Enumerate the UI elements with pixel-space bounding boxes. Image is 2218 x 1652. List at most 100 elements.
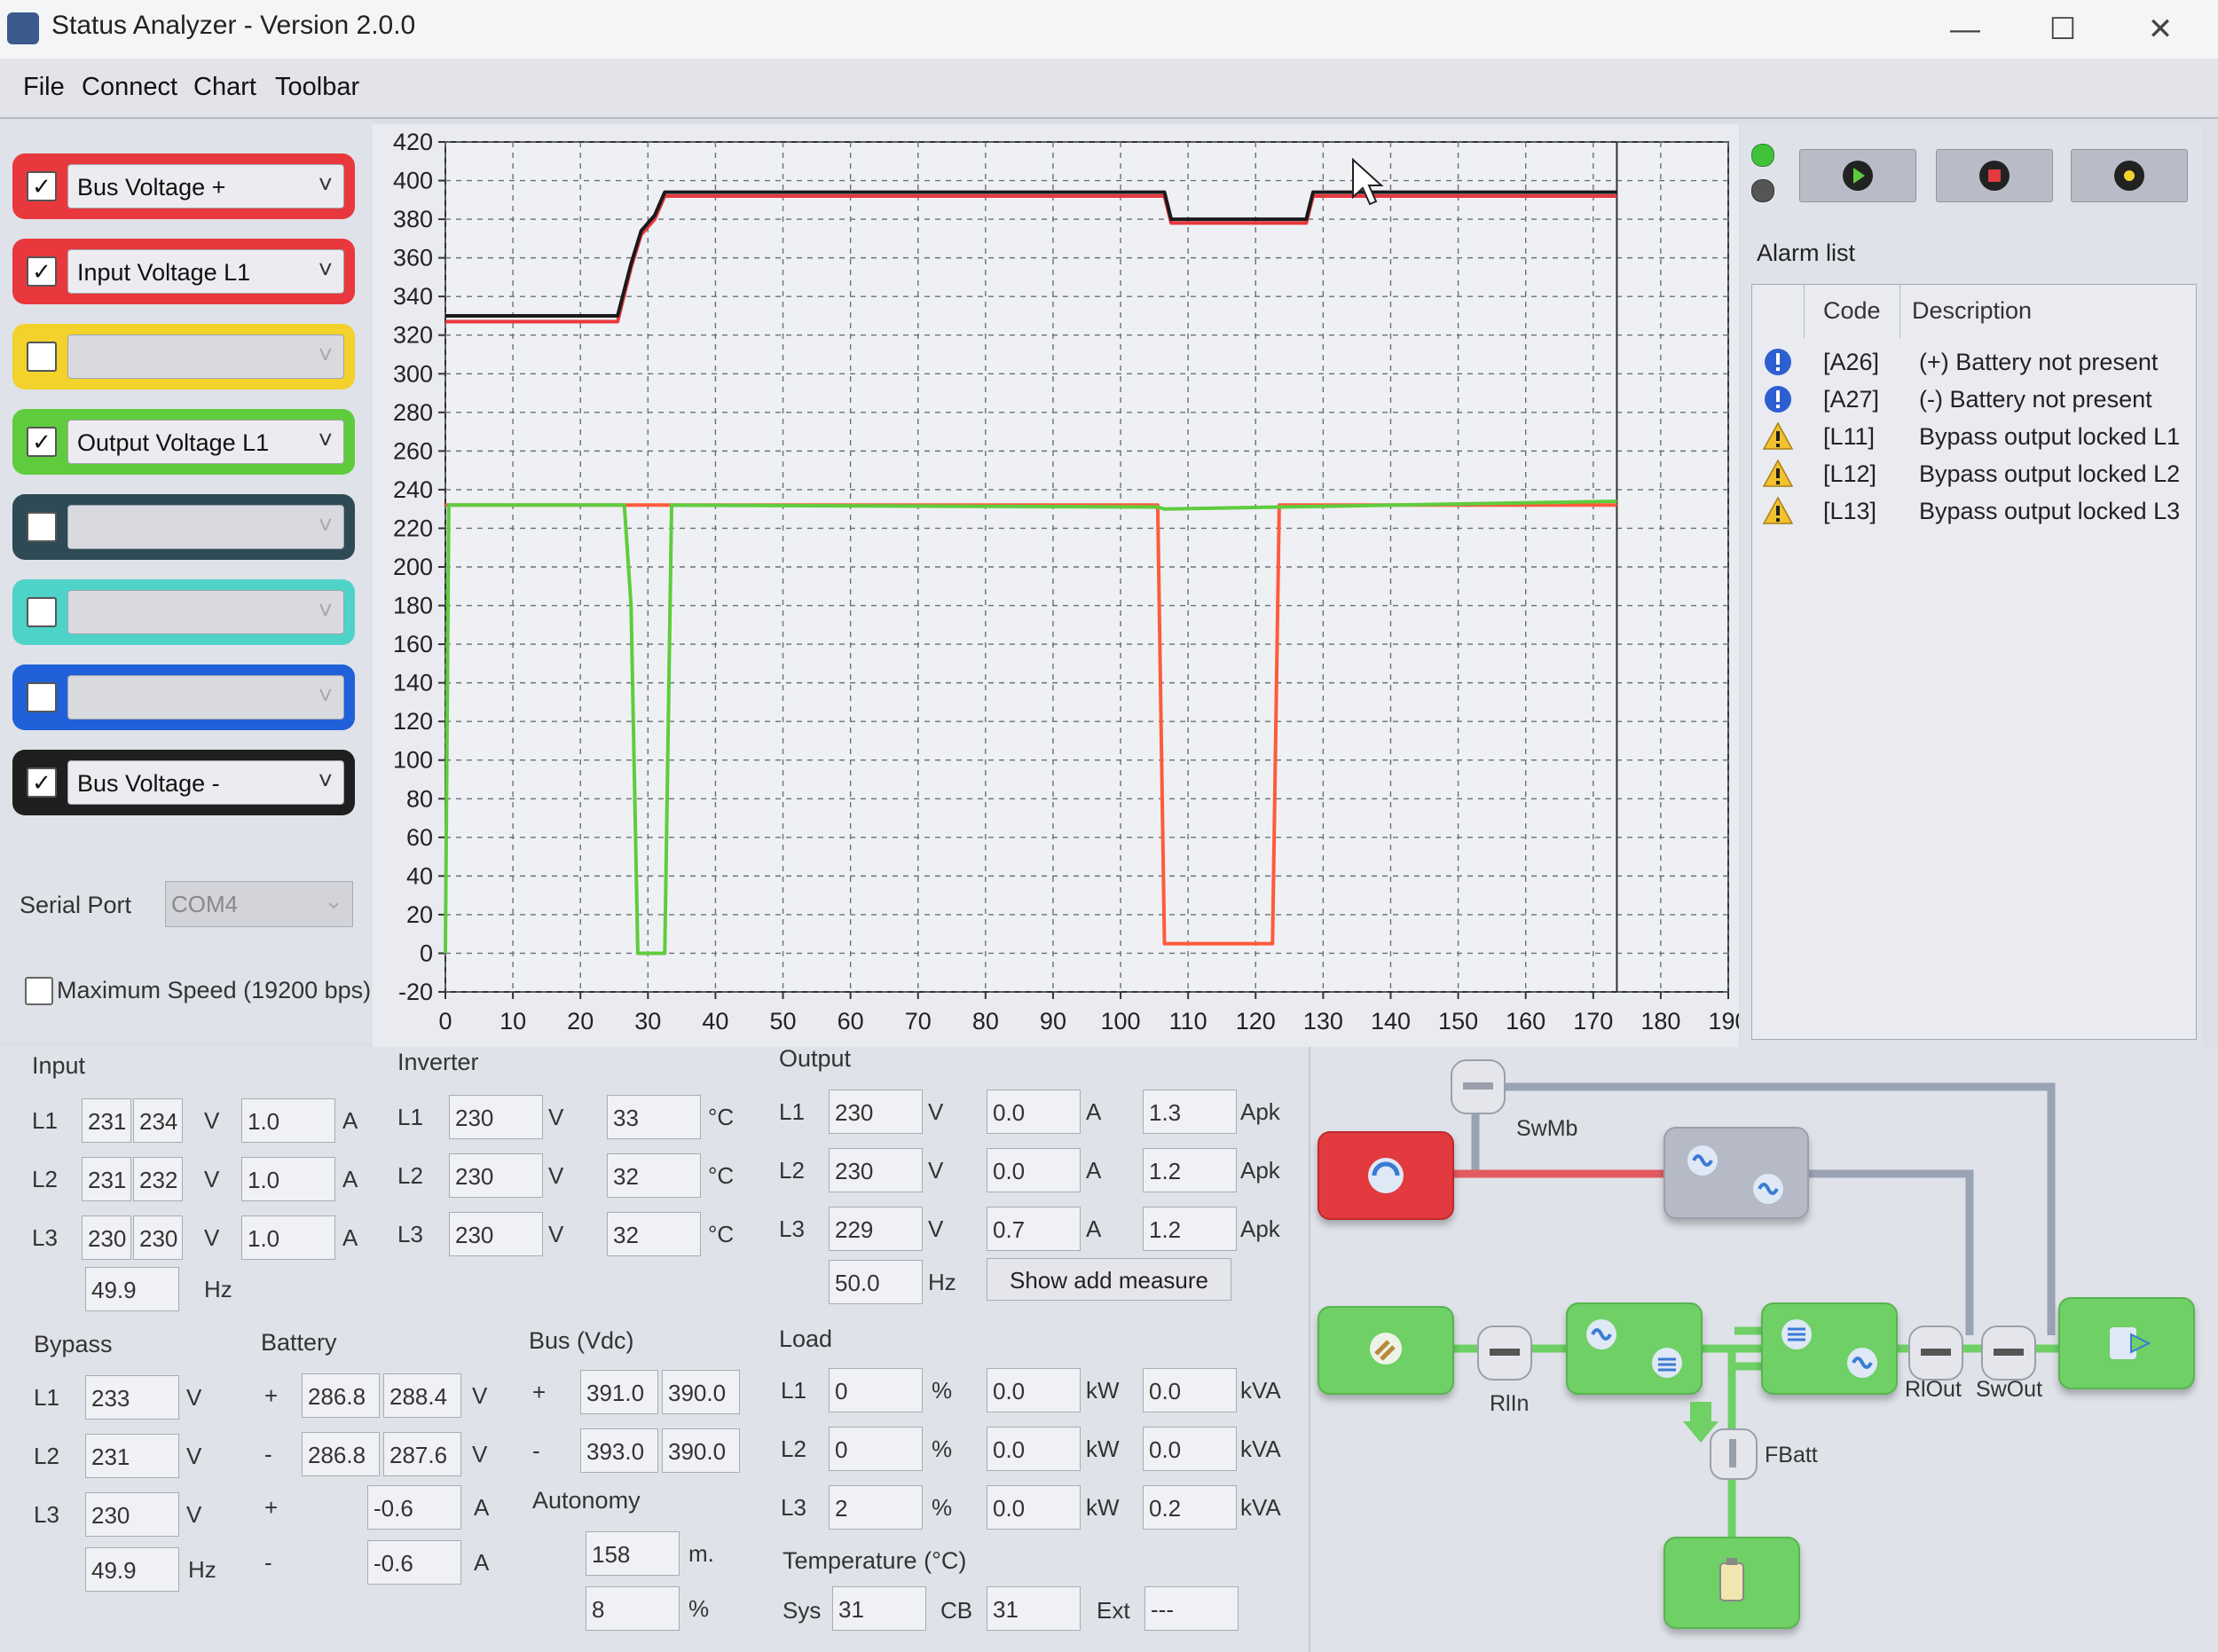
voltage-chart[interactable]: 0 10 20 30 40 50 60 70 80 90 100 110 120 130 140 150 160… [373,124,1749,1047]
series-checkbox[interactable]: ✓ [27,767,57,798]
max-speed-checkbox[interactable] [25,977,53,1005]
inverter-voltage-field[interactable]: 230 [449,1153,543,1198]
rlout-switch[interactable] [1908,1326,1963,1381]
load-kw-field[interactable]: 0.0 [987,1427,1081,1471]
series-dropdown[interactable]: Output Voltage L1 ˅ [67,420,344,464]
load-kw-field[interactable]: 0.0 [987,1485,1081,1530]
inverter-temp-field[interactable]: 32 [607,1212,701,1256]
menu-file[interactable]: File [23,73,65,102]
inverter-block[interactable] [1761,1302,1898,1395]
input-frequency-field[interactable]: 49.9 [85,1267,179,1311]
alarm-row[interactable]: [L12] Bypass output locked L2 [1752,455,2196,492]
serial-port-select[interactable]: COM4 ⌄ [165,881,353,927]
output-voltage-field[interactable]: 229 [829,1207,923,1251]
stop-button[interactable] [1936,149,2053,202]
input-voltage-field[interactable]: 232 [133,1157,183,1201]
series-dropdown[interactable]: ˅ [67,505,344,549]
output-voltage-field[interactable]: 230 [829,1090,923,1134]
series-checkbox[interactable]: ✓ [27,171,57,201]
input-voltage-field[interactable]: 231 [82,1098,131,1143]
series-dropdown[interactable]: Bus Voltage + ˅ [67,164,344,208]
minimize-button[interactable]: — [1930,7,2001,51]
rlin-switch[interactable] [1477,1326,1532,1381]
load-percent-field[interactable]: 2 [829,1485,923,1530]
series-dropdown[interactable]: Input Voltage L1 ˅ [67,249,344,294]
output-current-field[interactable]: 0.0 [987,1090,1081,1134]
maximize-button[interactable]: ☐ [2027,7,2098,51]
series-checkbox[interactable] [27,597,57,627]
input-voltage-field[interactable]: 234 [133,1098,183,1143]
battery-value-field[interactable]: 286.8 [302,1373,380,1418]
battery-current-field[interactable]: -0.6 [367,1540,461,1585]
output-voltage-field[interactable]: 230 [829,1148,923,1192]
output-frequency-field[interactable]: 50.0 [829,1260,923,1304]
static-switch-block[interactable] [1664,1127,1809,1219]
load-kva-field[interactable]: 0.0 [1143,1368,1237,1412]
bypass-frequency-field[interactable]: 49.9 [85,1547,179,1592]
series-dropdown[interactable]: Bus Voltage - ˅ [67,760,344,805]
inverter-temp-field[interactable]: 32 [607,1153,701,1198]
output-current-field[interactable]: 0.7 [987,1207,1081,1251]
series-dropdown[interactable]: ˅ [67,675,344,720]
bus-voltage-field[interactable]: 393.0 [580,1428,658,1473]
bypass-voltage-field[interactable]: 233 [85,1375,179,1420]
series-dropdown[interactable]: ˅ [67,334,344,379]
alarm-row[interactable]: [A26] (+) Battery not present [1752,343,2196,381]
bypass-voltage-field[interactable]: 230 [85,1492,179,1537]
bypass-voltage-field[interactable]: 231 [85,1434,179,1478]
swmb-switch[interactable] [1451,1059,1506,1114]
record-button[interactable] [2071,149,2188,202]
output-peak-current-field[interactable]: 1.2 [1143,1148,1237,1192]
bus-voltage-field[interactable]: 390.0 [662,1428,740,1473]
temperature-cb-field[interactable]: 31 [987,1586,1081,1631]
load-percent-field[interactable]: 0 [829,1368,923,1412]
series-dropdown[interactable]: ˅ [67,590,344,634]
inverter-temp-field[interactable]: 33 [607,1095,701,1139]
output-current-field[interactable]: 0.0 [987,1148,1081,1192]
menu-chart[interactable]: Chart [193,73,256,102]
series-checkbox[interactable] [27,682,57,712]
output-peak-current-field[interactable]: 1.2 [1143,1207,1237,1251]
load-kw-field[interactable]: 0.0 [987,1368,1081,1412]
output-peak-current-field[interactable]: 1.3 [1143,1090,1237,1134]
output-load-block[interactable] [2058,1297,2195,1389]
menu-toolbar[interactable]: Toolbar [275,73,359,102]
inverter-voltage-field[interactable]: 230 [449,1095,543,1139]
load-kva-field[interactable]: 0.0 [1143,1427,1237,1471]
temperature-sys-field[interactable]: 31 [832,1586,926,1631]
alarm-row[interactable]: [A27] (-) Battery not present [1752,381,2196,418]
series-checkbox[interactable]: ✓ [27,256,57,287]
input-voltage-field[interactable]: 231 [82,1157,131,1201]
bus-voltage-field[interactable]: 391.0 [580,1370,658,1414]
load-kva-field[interactable]: 0.2 [1143,1485,1237,1530]
input-voltage-field[interactable]: 230 [82,1215,131,1260]
menu-connect[interactable]: Connect [82,73,177,102]
fbatt-fuse[interactable] [1710,1428,1758,1480]
input-current-field[interactable]: 1.0 [241,1098,335,1143]
rectifier-block[interactable] [1566,1302,1703,1395]
battery-current-field[interactable]: -0.6 [367,1485,461,1530]
input-voltage-field[interactable]: 230 [133,1215,183,1260]
mains-input-block[interactable] [1317,1306,1454,1395]
series-checkbox[interactable]: ✓ [27,427,57,457]
close-button[interactable]: ✕ [2125,7,2196,51]
alarm-row[interactable]: [L11] Bypass output locked L1 [1752,418,2196,455]
autonomy-minutes-field[interactable]: 158 [586,1531,680,1576]
bus-voltage-field[interactable]: 390.0 [662,1370,740,1414]
input-current-field[interactable]: 1.0 [241,1157,335,1201]
show-add-measure-button[interactable]: Show add measure [987,1258,1231,1301]
temperature-ext-field[interactable]: --- [1144,1586,1239,1631]
series-checkbox[interactable] [27,512,57,542]
play-button[interactable] [1799,149,1916,202]
swout-switch[interactable] [1981,1326,2036,1381]
series-checkbox[interactable] [27,342,57,372]
load-percent-field[interactable]: 0 [829,1427,923,1471]
battery-value-field[interactable]: 287.6 [383,1432,461,1476]
autonomy-percent-field[interactable]: 8 [586,1586,680,1631]
battery-value-field[interactable]: 288.4 [383,1373,461,1418]
alarm-row[interactable]: [L13] Bypass output locked L3 [1752,492,2196,530]
inverter-voltage-field[interactable]: 230 [449,1212,543,1256]
battery-value-field[interactable]: 286.8 [302,1432,380,1476]
input-current-field[interactable]: 1.0 [241,1215,335,1260]
bypass-source-block[interactable] [1317,1131,1454,1220]
